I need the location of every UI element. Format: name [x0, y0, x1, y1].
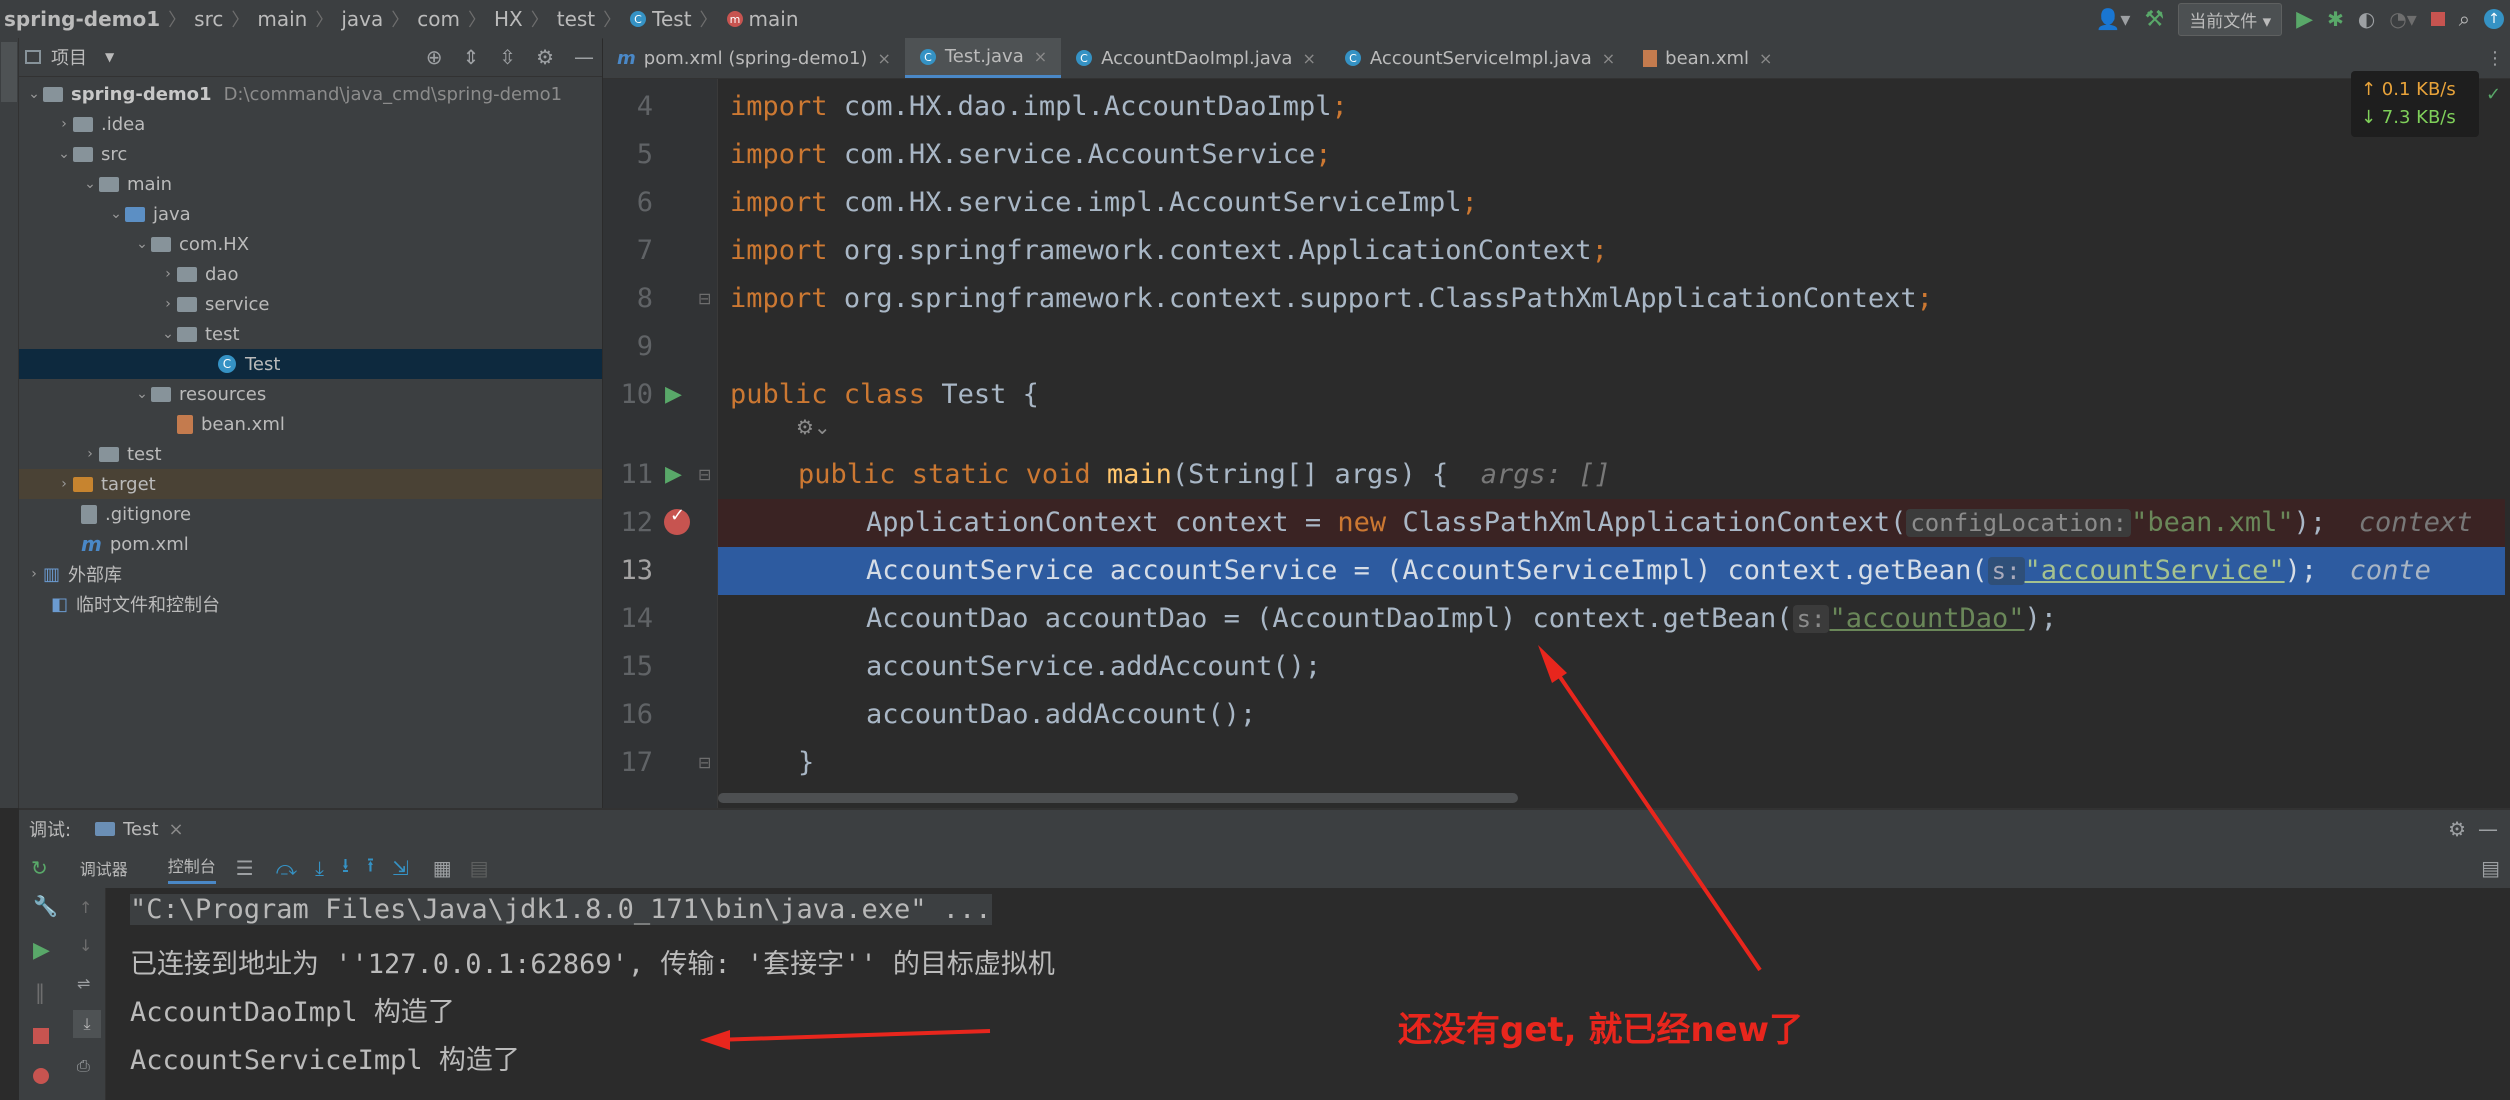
annotation-arrow-up: [1543, 653, 1762, 972]
annotation-arrow-left: [714, 1029, 991, 1042]
annotation-arrows: [700, 645, 1762, 1050]
arrowhead-icon: [1538, 645, 1567, 683]
arrowhead-icon: [700, 1030, 730, 1050]
annotation-text: 还没有get, 就已经new了: [1398, 1010, 1804, 1050]
